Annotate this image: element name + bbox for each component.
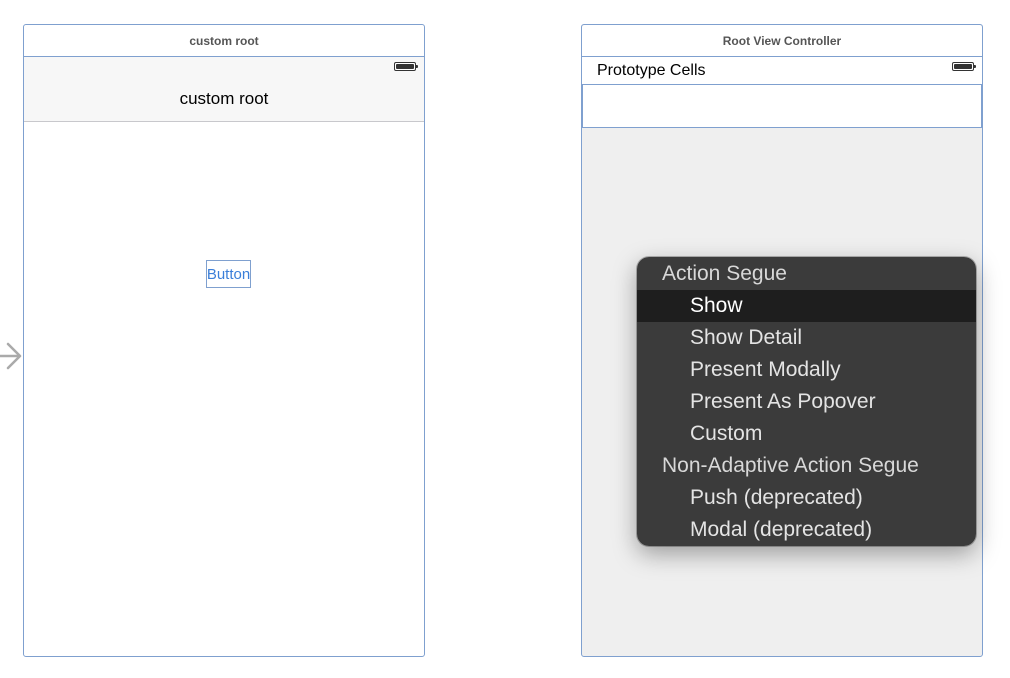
table-view-header[interactable]: Prototype Cells	[582, 57, 982, 128]
menu-section-header: Action Segue	[662, 262, 787, 285]
menu-item-show-detail[interactable]: Show Detail	[637, 322, 976, 354]
prototype-cell[interactable]	[582, 84, 982, 128]
scene-title: custom root	[189, 33, 259, 48]
scene-title: Root View Controller	[722, 33, 842, 48]
menu-section-header: Non-Adaptive Action Segue	[662, 454, 919, 477]
menu-item-push-deprecated[interactable]: Push (deprecated)	[637, 482, 976, 514]
scene-header[interactable]: Root View Controller	[582, 25, 982, 57]
menu-item-present-modally[interactable]: Present Modally	[637, 354, 976, 386]
menu-item-present-as-popover[interactable]: Present As Popover	[637, 386, 976, 418]
navigation-title: custom root	[179, 89, 269, 108]
prototype-cells-label: Prototype Cells	[597, 62, 706, 79]
entry-point-arrow-icon[interactable]	[0, 340, 24, 372]
scene-header[interactable]: custom root	[24, 25, 424, 57]
segue-context-menu[interactable]: Action Segue Show Show Detail Present Mo…	[637, 257, 976, 546]
navigation-bar[interactable]: custom root	[24, 57, 424, 122]
custom-root-scene[interactable]: custom root custom root Button	[23, 24, 425, 657]
battery-icon	[394, 62, 418, 71]
battery-icon	[952, 62, 976, 71]
menu-item-show[interactable]: Show	[637, 290, 976, 322]
menu-item-modal-deprecated[interactable]: Modal (deprecated)	[637, 514, 976, 546]
menu-item-custom[interactable]: Custom	[637, 418, 976, 450]
button[interactable]: Button	[206, 260, 251, 288]
